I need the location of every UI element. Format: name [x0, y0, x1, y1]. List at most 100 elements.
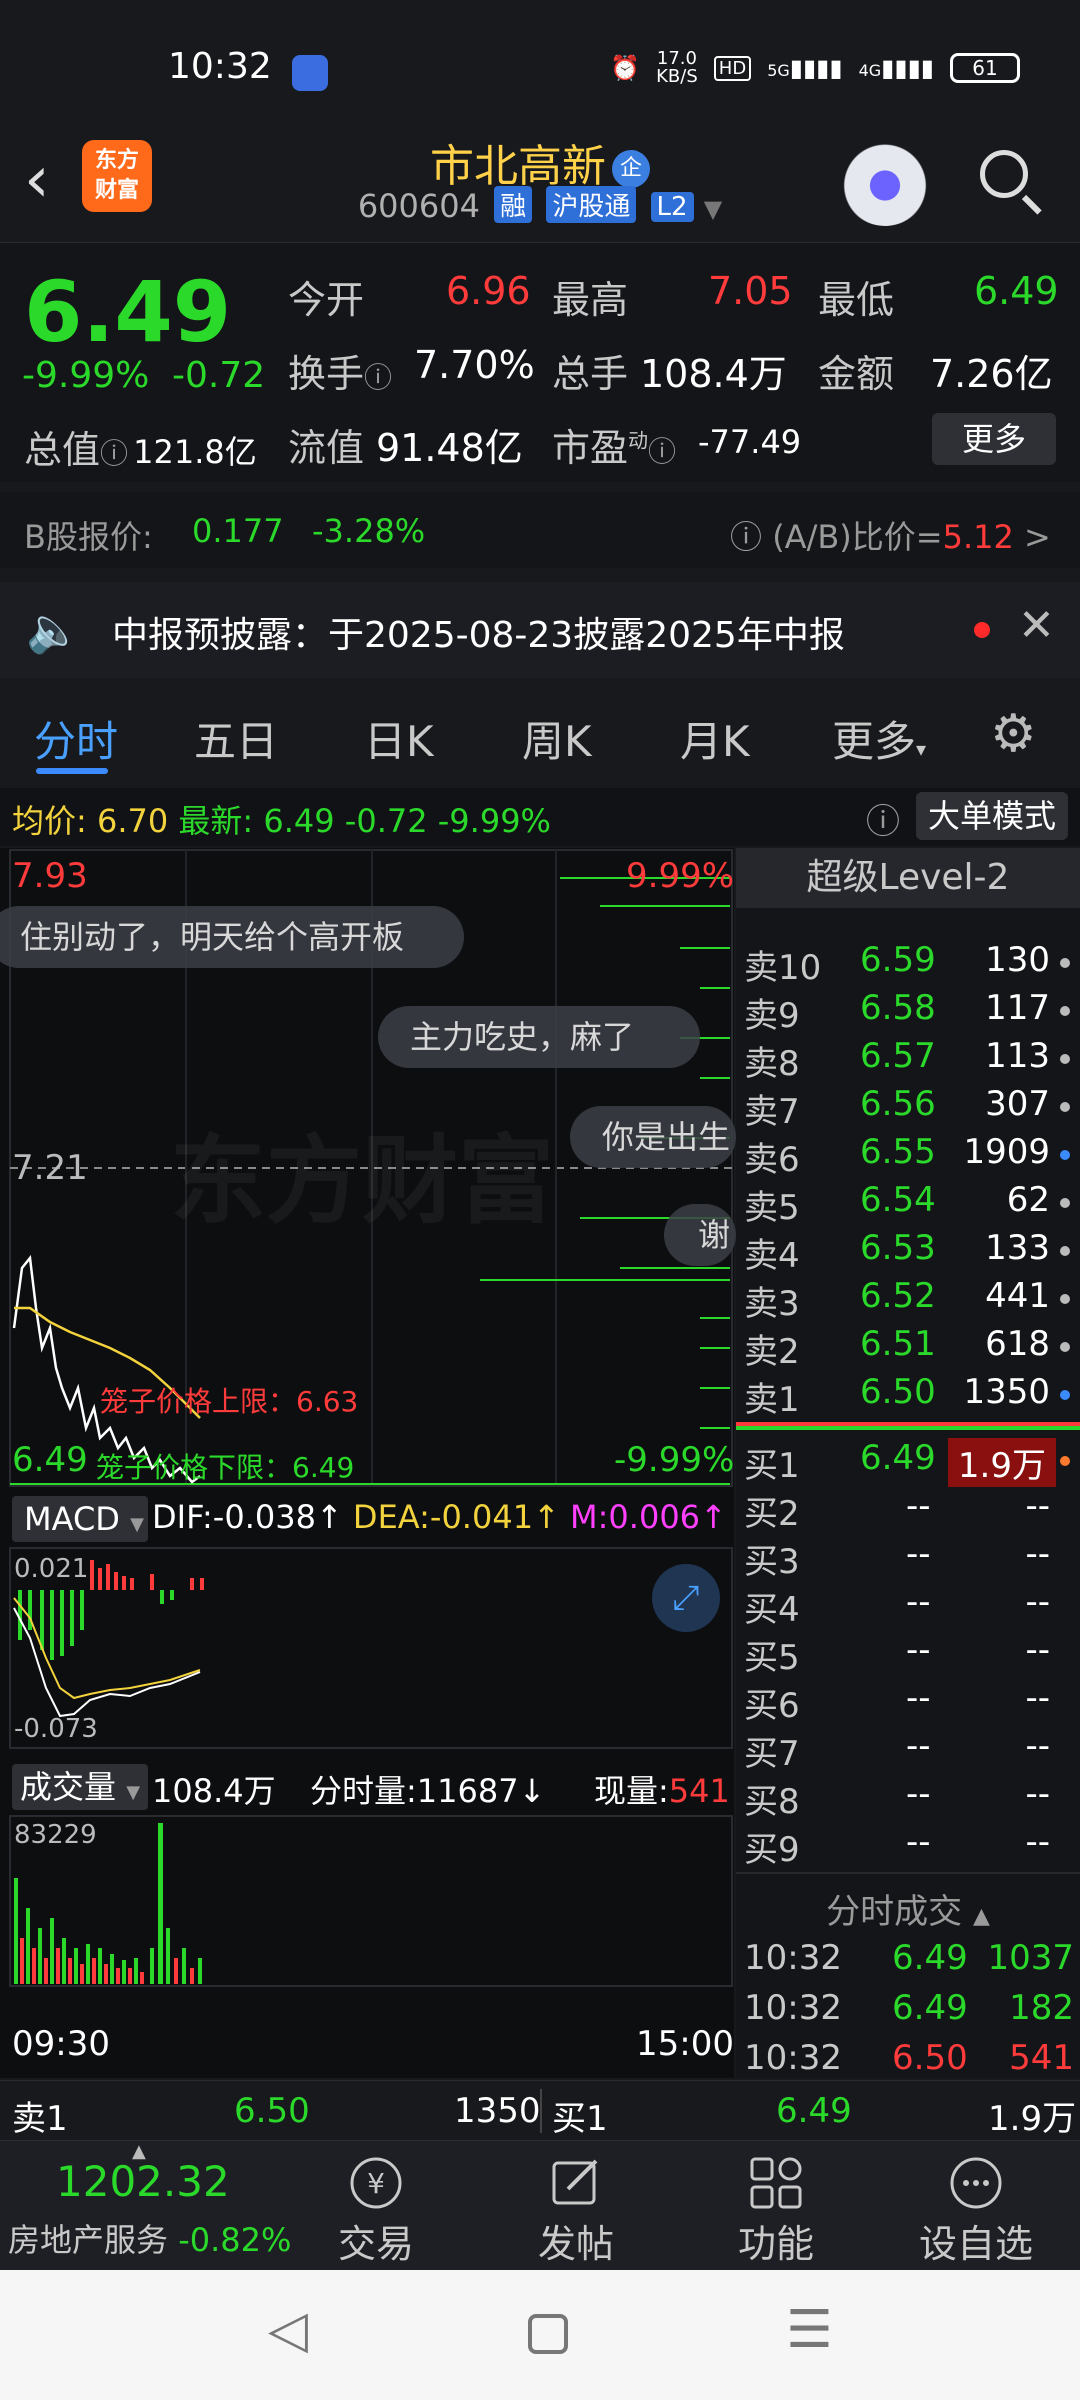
buy-level-row[interactable]: 买9 -- -- [736, 1822, 1080, 1870]
sell-level-volume: 62 [1006, 1180, 1050, 1220]
divider [540, 2089, 542, 2133]
notice-bar[interactable]: 🔈 中报预披露：于2025-08-23披露2025年中报 ✕ [0, 582, 1080, 678]
nav-post[interactable]: 发帖 [476, 2141, 676, 2271]
buy-level-label: 买6 [744, 1686, 800, 1726]
tick-trades-header[interactable]: 分时成交 ▲ [736, 1872, 1080, 1933]
sell-level-volume: 1909 [963, 1132, 1050, 1172]
turnover-label[interactable]: 换手ⓘ [288, 343, 392, 398]
system-menu-icon[interactable]: ☰ [786, 2300, 833, 2360]
net-speed: 17.0 KB/S [656, 48, 698, 87]
buy-level-volume: -- [1025, 1486, 1050, 1526]
quote-panel: 6.49 -9.99% -0.72 总值ⓘ 121.8亿 今开 6.96 最高 … [0, 242, 1080, 482]
expand-icon[interactable]: ⤢ [652, 1564, 720, 1632]
tag-l2: L2 [650, 192, 694, 222]
buy-level-row[interactable]: 买5 -- -- [736, 1630, 1080, 1678]
help-icon[interactable]: ⓘ [866, 794, 900, 843]
sell-level-label: 卖2 [744, 1332, 800, 1372]
sell-level-label: 卖10 [744, 948, 822, 988]
system-back-icon[interactable]: ◁ [268, 2300, 308, 2360]
sell-level-row[interactable]: 卖2 6.51 618 [736, 1324, 1080, 1372]
pe-label[interactable]: 市盈动ⓘ [552, 417, 676, 472]
sell-level-volume: 1350 [963, 1372, 1050, 1412]
clock: 10:32 [168, 46, 272, 87]
status-dot [1060, 1006, 1070, 1016]
buy-level-price: -- [906, 1774, 931, 1814]
strip-sell-price: 6.50 [234, 2091, 310, 2131]
danmu-comment[interactable]: 住别动了，明天给个高开板 [0, 906, 464, 968]
danmu-comment[interactable]: 谢 [664, 1204, 736, 1266]
nav-add-watchlist[interactable]: 设自选 [876, 2141, 1076, 2271]
macd-axis-bottom: -0.073 [14, 1714, 98, 1744]
buy-level-row[interactable]: 买8 -- -- [736, 1774, 1080, 1822]
sell-level-row[interactable]: 卖5 6.54 62 [736, 1180, 1080, 1228]
sell-level-row[interactable]: 卖6 6.55 1909 [736, 1132, 1080, 1180]
danmu-comment[interactable]: 你是出生 [570, 1106, 736, 1168]
status-dot [1060, 1246, 1070, 1256]
price-axis-bottom: 6.49 [12, 1440, 88, 1480]
settings-gear-icon[interactable]: ⚙ [990, 704, 1037, 764]
buy-level-label: 买9 [744, 1830, 800, 1870]
sell-level-row[interactable]: 卖8 6.57 113 [736, 1036, 1080, 1084]
buy-level-row[interactable]: 买6 -- -- [736, 1678, 1080, 1726]
pe-value: -77.49 [698, 423, 802, 461]
tab-five-day[interactable]: 五日 [194, 708, 278, 769]
info-icon: ⓘ [100, 437, 129, 470]
svg-text:¥: ¥ [367, 2167, 385, 2200]
tick-volume: 182 [1009, 1988, 1074, 2028]
search-icon[interactable] [974, 144, 1044, 215]
float-value: 91.48亿 [376, 426, 523, 470]
buy-level-volume: -- [1025, 1774, 1050, 1814]
danmu-comment[interactable]: 主力吃史，麻了 [378, 1006, 700, 1068]
tick-time: 10:32 [744, 1988, 842, 2028]
buy-level-label: 买8 [744, 1782, 800, 1822]
buy-level-row[interactable]: 买4 -- -- [736, 1582, 1080, 1630]
system-home-icon[interactable] [528, 2314, 568, 2354]
b-share-row[interactable]: B股报价: 0.177 -3.28% ⓘ (A/B)比价=5.12 > [0, 492, 1080, 568]
strip-buy-price: 6.49 [776, 2091, 852, 2131]
tab-more[interactable]: 更多▾ [832, 708, 926, 769]
more-button[interactable]: 更多 [932, 413, 1056, 465]
buy-level-volume: -- [1025, 1630, 1050, 1670]
tab-daily-k[interactable]: 日K [364, 708, 434, 769]
nav-trade[interactable]: ¥ 交易 [276, 2141, 476, 2271]
big-order-mode-button[interactable]: 大单模式 [916, 792, 1068, 840]
sell-level-row[interactable]: 卖9 6.58 117 [736, 988, 1080, 1036]
sell-level-volume: 117 [985, 988, 1050, 1028]
buy-level-row[interactable]: 买7 -- -- [736, 1726, 1080, 1774]
sell-level-row[interactable]: 卖4 6.53 133 [736, 1228, 1080, 1276]
sell-level-row[interactable]: 卖7 6.56 307 [736, 1084, 1080, 1132]
strip-sell-vol: 1350 [454, 2091, 541, 2131]
order-book: 超级Level-2 卖10 6.59 130 卖9 6.58 117 卖8 6.57 113 卖7… [736, 848, 1080, 2078]
sector-index[interactable]: ▲ 1202.32 房地产服务 -0.82% [0, 2141, 300, 2271]
sell-level-volume: 307 [985, 1084, 1050, 1124]
nav-function[interactable]: 功能 [676, 2141, 876, 2271]
tab-monthly-k[interactable]: 月K [680, 708, 750, 769]
tick-trade-row: 10:32 6.49 1037 [736, 1938, 1080, 1986]
open-label: 今开 [288, 278, 365, 322]
tab-weekly-k[interactable]: 周K [522, 708, 592, 769]
sell-level-price: 6.59 [860, 940, 936, 980]
assistant-robot-icon[interactable] [840, 136, 930, 226]
intraday-chart[interactable]: 东方财富 7.93 9.99% 7.21 笼子价格上限：6.63 6.49 笼子… [0, 848, 736, 2078]
bottom-nav: ▲ 1202.32 房地产服务 -0.82% ¥ 交易 发帖 功能 设自选 [0, 2140, 1080, 2270]
sell-level-price: 6.51 [860, 1324, 936, 1364]
close-icon[interactable]: ✕ [1018, 600, 1055, 651]
buy-level-row[interactable]: 买2 -- -- [736, 1486, 1080, 1534]
tick-trade-row: 10:32 6.50 541 [736, 2038, 1080, 2086]
macd-selector[interactable]: MACD ▼ [12, 1496, 148, 1542]
sell-level-row[interactable]: 卖3 6.52 441 [736, 1276, 1080, 1324]
sell-level-row[interactable]: 卖10 6.59 130 [736, 940, 1080, 988]
buy-level-row[interactable]: 买1 6.49 1.9万 [736, 1438, 1080, 1487]
volume-axis-max: 83229 [14, 1820, 97, 1850]
ab-ratio: ⓘ (A/B)比价=5.12 > [730, 518, 1051, 556]
sell-level-row[interactable]: 卖1 6.50 1350 [736, 1372, 1080, 1420]
sell-level-price: 6.55 [860, 1132, 936, 1172]
buy-level-row[interactable]: 买3 -- -- [736, 1534, 1080, 1582]
tab-intraday[interactable]: 分时 [34, 708, 118, 769]
volume-selector[interactable]: 成交量 ▼ [12, 1764, 148, 1810]
sell-level-price: 6.56 [860, 1084, 936, 1124]
total-value[interactable]: 总值ⓘ 121.8亿 [24, 419, 257, 474]
trade-yen-icon: ¥ [350, 2157, 402, 2209]
macd-values: DIF:-0.038↑ DEA:-0.041↑ M:0.006↑ [152, 1498, 727, 1536]
system-nav-bar: ◁ ☰ [0, 2270, 1080, 2400]
